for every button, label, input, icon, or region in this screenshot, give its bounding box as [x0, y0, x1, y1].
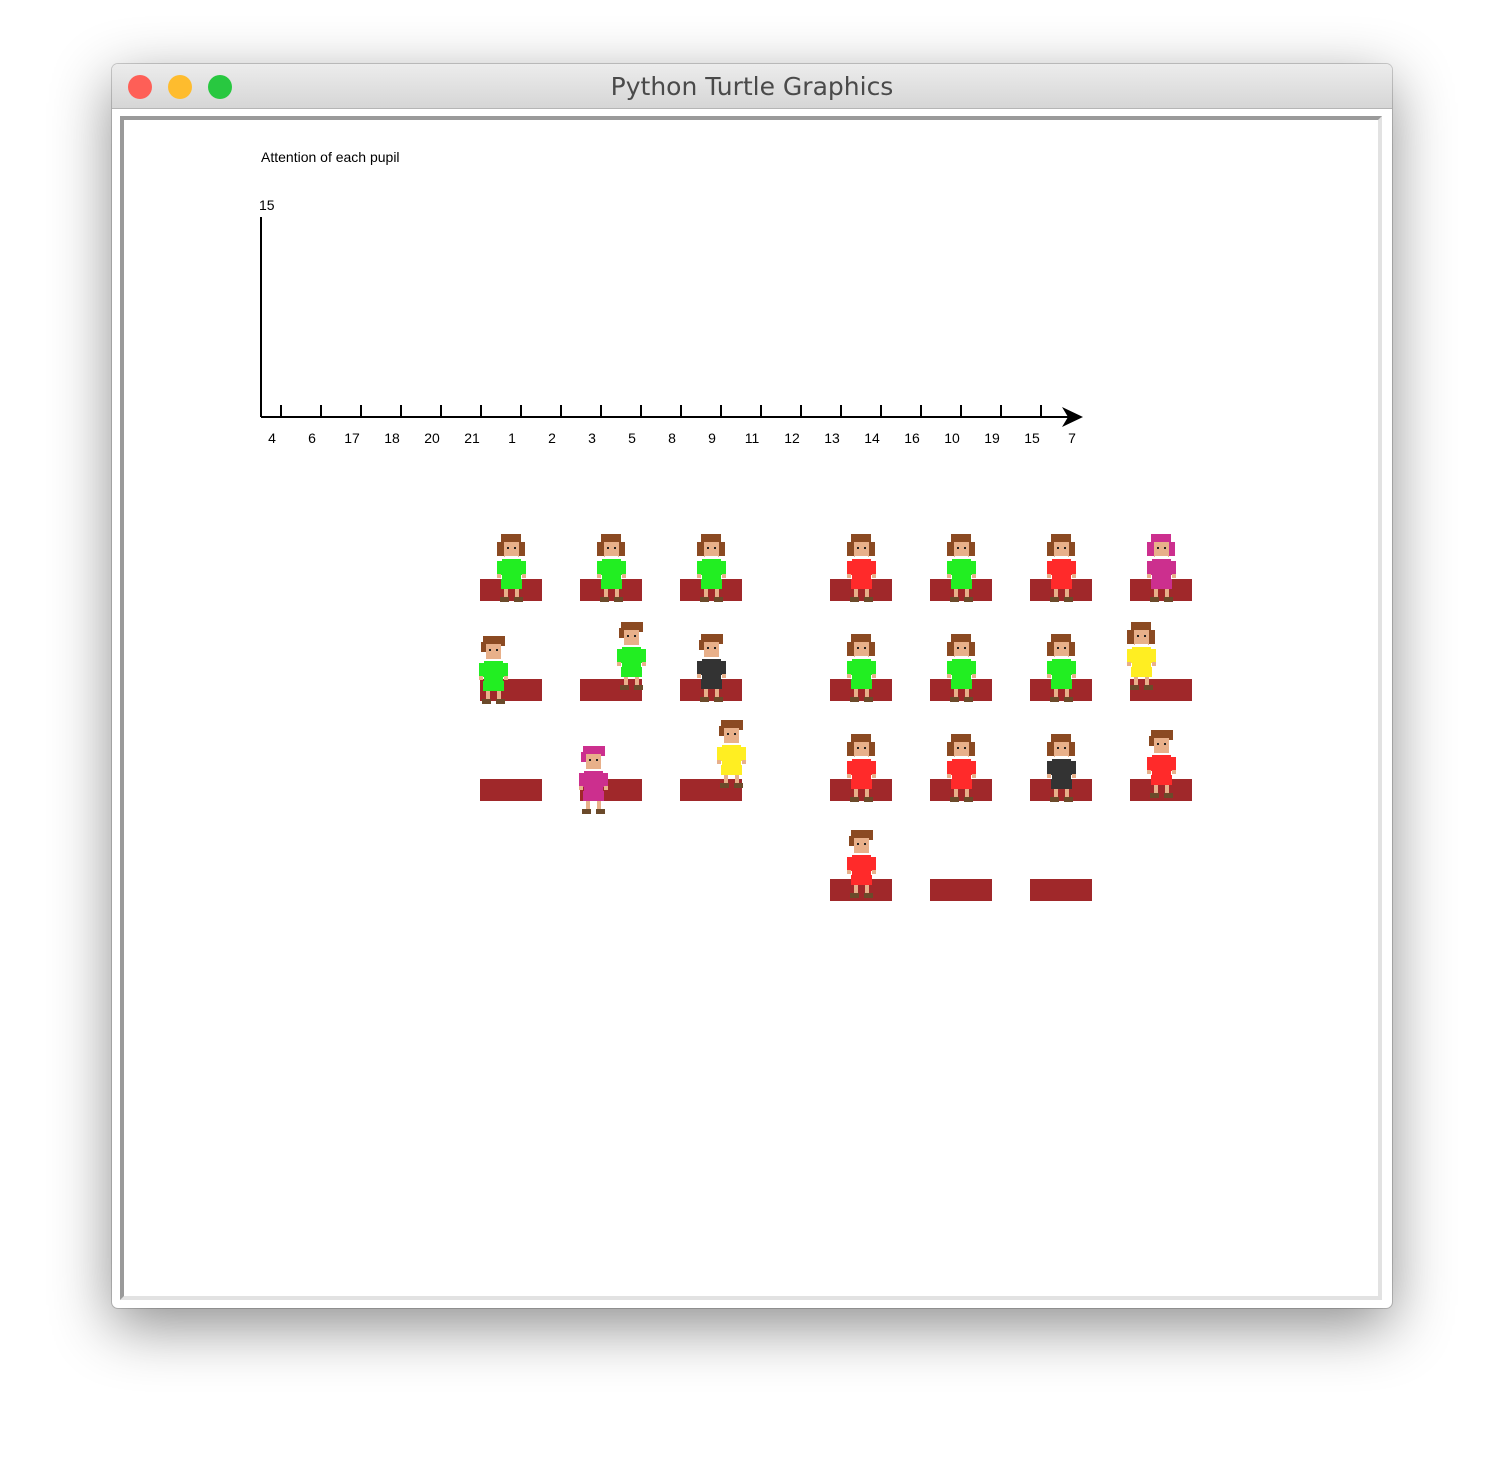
x-tick-label: 6	[308, 430, 316, 446]
x-tick-label: 15	[1024, 430, 1040, 446]
x-tick-label: 7	[1068, 430, 1076, 446]
window-title: Python Turtle Graphics	[610, 72, 894, 101]
x-tick-label: 2	[548, 430, 556, 446]
turtle-canvas[interactable]: Attention of each pupil 15 4 6 17 18 20 21 1 2 3…	[120, 116, 1382, 1300]
x-axis-labels: 4 6 17 18 20 21 1 2 3 5 8 9 11 12 13 14 16 10 19 15 7	[268, 430, 1076, 446]
x-tick-label: 5	[628, 430, 636, 446]
x-tick-label: 13	[824, 430, 840, 446]
x-tick-label: 3	[588, 430, 596, 446]
x-tick-label: 8	[668, 430, 676, 446]
x-tick-label: 16	[904, 430, 920, 446]
x-tick-label: 1	[508, 430, 516, 446]
x-tick-label: 12	[784, 430, 800, 446]
desks	[480, 579, 1192, 901]
x-tick-label: 21	[464, 430, 480, 446]
x-tick-label: 19	[984, 430, 1000, 446]
x-tick-label: 10	[944, 430, 960, 446]
desk	[1030, 879, 1092, 901]
x-tick-label: 4	[268, 430, 276, 446]
turtle-window: Python Turtle Graphics Attention of each…	[112, 64, 1392, 1308]
x-tick-label: 14	[864, 430, 880, 446]
x-tick-label: 17	[344, 430, 360, 446]
desk	[580, 679, 642, 701]
x-tick-label: 18	[384, 430, 400, 446]
title-bar[interactable]: Python Turtle Graphics	[112, 64, 1392, 109]
desk	[480, 779, 542, 801]
desk	[680, 779, 742, 801]
x-tick-label: 9	[708, 430, 716, 446]
desk	[930, 879, 992, 901]
x-tick-label: 11	[745, 430, 760, 446]
x-tick-label: 20	[424, 430, 440, 446]
pupil-boy	[579, 746, 608, 814]
canvas-drawing: Attention of each pupil 15 4 6 17 18 20 21 1 2 3…	[259, 149, 1192, 901]
chart-title: Attention of each pupil	[261, 149, 400, 165]
y-axis-top-label: 15	[259, 197, 275, 213]
x-axis-ticks	[280, 405, 1042, 417]
pupil-boy	[717, 720, 746, 788]
desk	[1130, 679, 1192, 701]
